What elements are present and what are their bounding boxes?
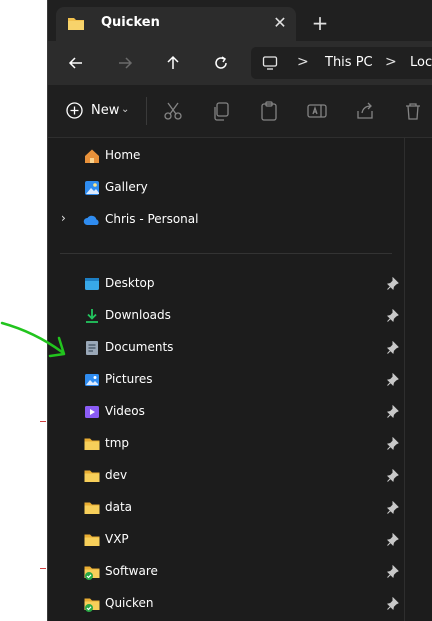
- sidebar-item-label: Quicken: [105, 596, 154, 610]
- documents-icon: [86, 341, 98, 355]
- command-bar: New ⌄: [48, 85, 432, 138]
- sidebar-item-label: Downloads: [105, 308, 171, 322]
- pin-icon[interactable]: [386, 309, 400, 323]
- new-button[interactable]: New ⌄: [60, 97, 134, 125]
- sidebar-item-quicken[interactable]: Quicken: [48, 589, 403, 619]
- pin-icon[interactable]: [386, 405, 400, 419]
- new-button-label: New: [91, 103, 120, 118]
- background-mark: [40, 568, 46, 569]
- share-icon[interactable]: [353, 99, 377, 123]
- folder-icon: [84, 502, 100, 514]
- chevron-down-icon: ⌄: [121, 104, 130, 115]
- synced-folder-icon: [84, 566, 100, 580]
- tab-title: Quicken: [101, 15, 160, 30]
- folder-icon: [84, 534, 100, 546]
- sidebar-item-desktop[interactable]: Desktop: [48, 269, 403, 299]
- paste-icon[interactable]: [257, 99, 281, 123]
- file-explorer-window: Quicken ✕ + > This PC > Loc New ⌄ Home G…: [47, 0, 432, 621]
- sidebar-item-label: Documents: [105, 340, 174, 354]
- folder-icon: [84, 470, 100, 482]
- cut-icon[interactable]: [161, 99, 185, 123]
- navigation-bar: > This PC > Loca: [48, 41, 432, 85]
- forward-button[interactable]: [109, 49, 141, 77]
- sidebar-item-tmp[interactable]: tmp: [48, 429, 403, 459]
- sidebar-item-gallery[interactable]: Gallery: [48, 173, 403, 203]
- up-button[interactable]: [157, 49, 189, 77]
- copy-icon[interactable]: [209, 99, 233, 123]
- videos-icon: [85, 406, 99, 418]
- pin-icon[interactable]: [386, 277, 400, 291]
- address-bar[interactable]: > This PC > Loca: [250, 46, 432, 80]
- sidebar-item-data[interactable]: data: [48, 493, 403, 523]
- sidebar-item-downloads[interactable]: Downloads: [48, 301, 403, 331]
- pin-icon[interactable]: [386, 565, 400, 579]
- navigation-pane: Home Gallery › Chris - Personal Desktop …: [48, 137, 403, 621]
- pin-icon[interactable]: [386, 533, 400, 547]
- delete-icon[interactable]: [401, 99, 425, 123]
- arrow-left-icon: [68, 57, 82, 69]
- sidebar-item-vxp[interactable]: VXP: [48, 525, 403, 555]
- sidebar-item-label: tmp: [105, 436, 130, 450]
- pin-icon[interactable]: [386, 373, 400, 387]
- rename-icon[interactable]: [305, 99, 329, 123]
- sidebar-item-label: data: [105, 500, 133, 514]
- sidebar-item-label: Software: [105, 564, 158, 578]
- pin-icon[interactable]: [386, 501, 400, 515]
- folder-icon: [67, 15, 85, 35]
- chevron-right-icon[interactable]: ›: [61, 211, 66, 225]
- pictures-icon: [85, 374, 99, 386]
- monitor-icon: [262, 55, 278, 75]
- folder-icon: [84, 438, 100, 450]
- sidebar-item-label: Chris - Personal: [105, 212, 199, 226]
- breadcrumb-separator[interactable]: >: [297, 54, 309, 70]
- desktop-icon: [85, 278, 99, 290]
- breadcrumb-local[interactable]: Loca: [410, 55, 432, 70]
- arrow-up-icon: [167, 55, 179, 69]
- gallery-icon: [85, 181, 99, 195]
- sidebar-item-label: VXP: [105, 532, 129, 546]
- sidebar-item-home[interactable]: Home: [48, 141, 403, 171]
- pin-icon[interactable]: [386, 469, 400, 483]
- onedrive-cloud-icon: [83, 215, 99, 225]
- sidebar-item-chris-personal[interactable]: › Chris - Personal: [48, 205, 403, 235]
- content-pane-divider: [404, 137, 405, 621]
- pin-icon[interactable]: [386, 597, 400, 611]
- pin-icon[interactable]: [386, 437, 400, 451]
- sidebar-item-documents[interactable]: Documents: [48, 333, 403, 363]
- sidebar-item-videos[interactable]: Videos: [48, 397, 403, 427]
- close-tab-button[interactable]: ✕: [269, 12, 291, 34]
- tab-strip: Quicken ✕ +: [48, 0, 432, 44]
- annotation-arrow-icon: [0, 321, 66, 358]
- plus-circle-icon: [66, 102, 83, 123]
- command-divider: [146, 97, 147, 125]
- sidebar-item-dev[interactable]: dev: [48, 461, 403, 491]
- home-icon: [85, 149, 99, 163]
- sidebar-item-label: dev: [105, 468, 128, 482]
- new-tab-button[interactable]: +: [306, 10, 334, 36]
- sidebar-item-label: Desktop: [105, 276, 155, 290]
- sidebar-item-label: Home: [105, 148, 141, 162]
- pane-separator: [60, 253, 392, 254]
- sidebar-item-software[interactable]: Software: [48, 557, 403, 587]
- synced-folder-icon: [84, 598, 100, 612]
- sidebar-item-label: Videos: [105, 404, 145, 418]
- sidebar-item-pictures[interactable]: Pictures: [48, 365, 403, 395]
- sidebar-item-label: Gallery: [105, 180, 148, 194]
- refresh-button[interactable]: [205, 49, 237, 77]
- background-desktop: [0, 0, 48, 621]
- breadcrumb-separator[interactable]: >: [385, 54, 397, 70]
- background-mark: [40, 421, 46, 422]
- downloads-icon: [86, 309, 98, 323]
- pin-icon[interactable]: [386, 341, 400, 355]
- refresh-icon: [215, 56, 227, 69]
- arrow-right-icon: [119, 57, 133, 69]
- tab-quicken[interactable]: Quicken ✕: [56, 7, 296, 41]
- breadcrumb-this-pc[interactable]: This PC: [325, 55, 373, 70]
- back-button[interactable]: [60, 49, 92, 77]
- sidebar-item-label: Pictures: [105, 372, 153, 386]
